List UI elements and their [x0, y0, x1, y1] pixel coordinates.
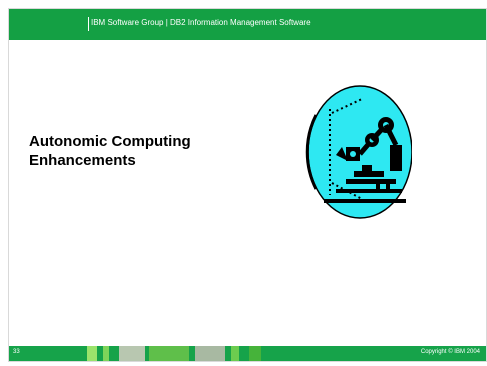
- header-separator: [88, 17, 89, 31]
- footer-decoration-stripe: [87, 346, 97, 361]
- header-bar: IBM Software Group | DB2 Information Man…: [9, 9, 486, 40]
- footer-decoration-stripe: [231, 346, 239, 361]
- header-text: IBM Software Group | DB2 Information Man…: [91, 18, 311, 27]
- slide-title: Autonomic Computing Enhancements: [29, 132, 191, 170]
- copyright-text: Copyright © IBM 2004: [420, 349, 480, 355]
- slide-title-line-1: Autonomic Computing: [29, 133, 191, 150]
- slide-title-line-2: Enhancements: [29, 152, 136, 169]
- footer-decoration-stripe: [195, 346, 225, 361]
- footer-decoration-stripe: [119, 346, 145, 361]
- footer-decoration-stripe: [249, 346, 261, 361]
- footer-decoration-stripe: [103, 346, 109, 361]
- slide: IBM Software Group | DB2 Information Man…: [8, 8, 487, 362]
- page-number: 33: [13, 349, 20, 355]
- robotic-arm-icon: [305, 85, 412, 219]
- footer-decoration-stripe: [149, 346, 189, 361]
- footer-bar: 33 Copyright © IBM 2004: [9, 346, 486, 361]
